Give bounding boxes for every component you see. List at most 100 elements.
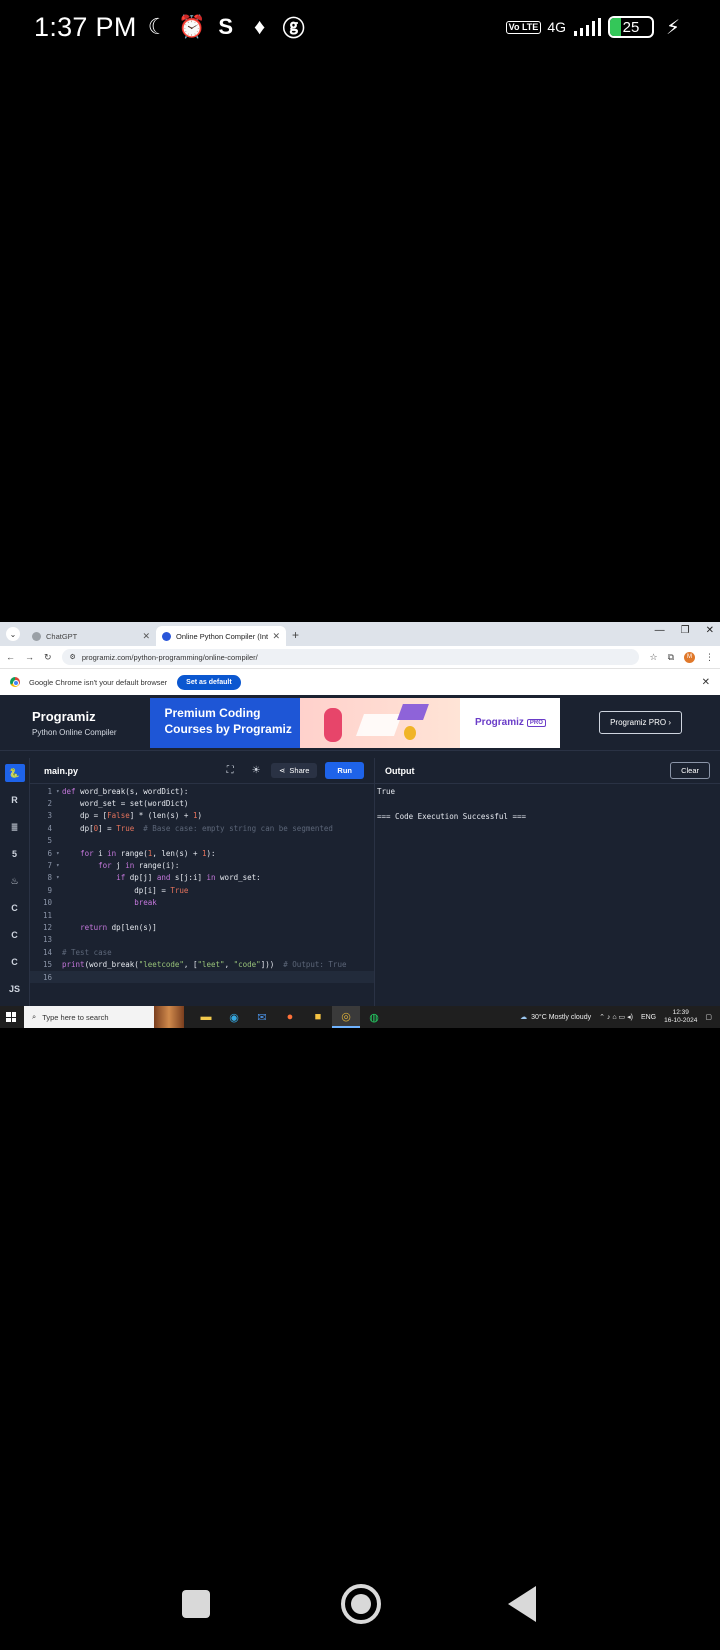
code-line[interactable]: 3 dp = [False] * (len (s) + 1) <box>30 810 374 822</box>
lang-js-icon[interactable]: JS <box>5 980 25 998</box>
file-tab[interactable]: main.py <box>44 766 78 776</box>
back-button[interactable] <box>508 1586 536 1622</box>
tab-search-icon[interactable]: ⌄ <box>6 627 20 641</box>
android-navbar <box>0 1560 720 1650</box>
input-language[interactable]: ENG <box>641 1014 656 1021</box>
taskbar-search[interactable]: ⌕ Type here to search <box>24 1006 184 1028</box>
bookmark-star-icon[interactable]: ☆ <box>649 652 657 663</box>
home-button[interactable] <box>341 1584 381 1624</box>
app-icon: ♦ <box>254 14 266 39</box>
line-number: 13 <box>42 935 52 945</box>
extensions-icon[interactable]: ⧉ <box>668 652 674 663</box>
set-default-button[interactable]: Set as default <box>177 674 241 690</box>
output-title: Output <box>385 765 415 776</box>
code-token: in <box>206 873 216 883</box>
windows-start-icon[interactable] <box>6 1012 16 1022</box>
programiz-pro-button[interactable]: Programiz PRO › <box>599 711 682 734</box>
close-window-icon[interactable]: ✕ <box>706 625 714 636</box>
fullscreen-icon[interactable]: ⛶ <box>219 762 241 780</box>
code-token: i <box>93 848 108 858</box>
back-icon[interactable]: ← <box>6 652 15 662</box>
code-line[interactable]: 6 ▾ for i in range(1, len(s) + 1): <box>30 847 374 859</box>
code-line[interactable]: 5 <box>30 835 374 847</box>
code-line[interactable]: 10 break <box>30 897 374 909</box>
output-toolbar: Output Clear <box>375 758 720 784</box>
lang-sql-icon[interactable]: ≣ <box>5 818 25 836</box>
chrome-icon[interactable]: ◎ <box>332 1006 360 1028</box>
code-line[interactable]: 7 ▾ for j in range(i): <box>30 859 374 871</box>
signal-icon <box>574 18 601 36</box>
lang-java-icon[interactable]: ♨ <box>5 872 25 890</box>
output-console: True === Code Execution Successful === <box>375 784 720 825</box>
lang-c-icon[interactable]: C <box>5 899 25 917</box>
code-token: , [ <box>183 960 198 970</box>
weather-text: 30°C Mostly cloudy <box>531 1013 592 1021</box>
code-token: if <box>116 873 126 883</box>
tray-icons[interactable]: ⌃ ♪ ⌂ ▭ ◂) <box>599 1013 633 1021</box>
code-line[interactable]: 12 return dp[len(s)] <box>30 921 374 933</box>
code-token: dp[i] = <box>62 885 171 895</box>
line-number: 12 <box>42 922 52 932</box>
mail-icon[interactable]: ✉ <box>248 1006 276 1028</box>
code-line[interactable]: 9 dp[i] = True <box>30 884 374 896</box>
programiz-header: Programiz Python Online Compiler Premium… <box>0 695 720 751</box>
weather-widget[interactable]: ☁ 30°C Mostly cloudy <box>520 1013 592 1022</box>
code-line[interactable]: 15 print (word_break("leetcode", ["leet", … <box>30 958 374 970</box>
code-token: # Test case <box>62 947 112 957</box>
store-icon[interactable]: ■ <box>304 1006 332 1028</box>
edge-icon[interactable]: ◉ <box>220 1006 248 1028</box>
clock-time: 12:39 <box>672 1009 689 1016</box>
forward-icon[interactable]: → <box>25 652 34 662</box>
lang-cpp-icon[interactable]: C <box>5 926 25 944</box>
code-line[interactable]: 16 <box>30 970 374 984</box>
code-token: dp[ <box>62 823 94 833</box>
shazam-icon: S <box>218 14 233 39</box>
close-tab-icon[interactable]: ✕ <box>142 631 150 642</box>
close-infobar-icon[interactable]: ✕ <box>702 677 710 688</box>
reload-icon[interactable]: ↻ <box>44 652 52 663</box>
line-number: 6 <box>47 848 52 858</box>
theme-toggle-icon[interactable]: ☀ <box>245 762 267 780</box>
recents-button[interactable] <box>182 1590 210 1618</box>
code-line[interactable]: 13 <box>30 934 374 946</box>
battery-level: 25 <box>622 18 640 36</box>
lang-html-icon[interactable]: 5 <box>5 845 25 863</box>
minimize-icon[interactable]: — <box>655 625 665 636</box>
new-tab-icon[interactable]: + <box>292 628 299 642</box>
code-token: # Base case: empty string can be segment… <box>134 823 333 833</box>
promo-banner[interactable]: Premium Coding Courses by Programiz Prog… <box>150 697 561 748</box>
file-explorer-icon[interactable]: ▬ <box>192 1006 220 1028</box>
code-line[interactable]: 4 dp[0] = True # Base case: empty string… <box>30 822 374 834</box>
restore-icon[interactable]: ❐ <box>681 625 690 636</box>
banner-brand: Programiz PRO <box>460 698 560 748</box>
notifications-icon[interactable]: ▢ <box>705 1013 712 1021</box>
run-button[interactable]: Run <box>325 762 364 779</box>
code-line[interactable]: 1 ▾ def word_break(s, wordDict): <box>30 785 374 797</box>
system-tray: ☁ 30°C Mostly cloudy ⌃ ♪ ⌂ ▭ ◂) ENG 12:3… <box>520 1009 720 1025</box>
taskbar-clock[interactable]: 12:39 16-10-2024 <box>664 1009 697 1025</box>
url-field[interactable]: ⚙ programiz.com/python-programming/onlin… <box>61 649 640 665</box>
clear-button[interactable]: Clear <box>670 762 710 779</box>
menu-icon[interactable]: ⋮ <box>705 652 714 663</box>
tab-programiz[interactable]: Online Python Compiler (Inter... ✕ <box>156 626 286 646</box>
site-info-icon[interactable]: ⚙ <box>70 653 76 661</box>
lang-python-icon[interactable]: 🐍 <box>4 764 25 782</box>
lang-csharp-icon[interactable]: C <box>5 953 25 971</box>
firefox-icon[interactable]: ● <box>276 1006 304 1028</box>
code-line[interactable]: 2 word_set = set (wordDict) <box>30 797 374 809</box>
code-line[interactable]: 11 <box>30 909 374 921</box>
share-button[interactable]: ⋖ Share <box>271 763 318 778</box>
code-line[interactable]: 8 ▾ if dp[j] and s[j:i] in word_set: <box>30 872 374 884</box>
programiz-logo[interactable]: Programiz Python Online Compiler <box>32 709 116 737</box>
code-editor[interactable]: 1 ▾ def word_break(s, wordDict): 2 word_set… <box>30 784 374 984</box>
battery-fill <box>610 18 621 36</box>
code-token: (s) + <box>165 811 193 821</box>
whatsapp-icon[interactable]: ◍ <box>360 1006 388 1028</box>
code-token: , <box>224 960 234 970</box>
code-line[interactable]: 14 # Test case <box>30 946 374 958</box>
tab-chatgpt[interactable]: ChatGPT ✕ <box>26 626 156 646</box>
close-tab-icon[interactable]: ✕ <box>272 631 280 642</box>
code-token: j <box>111 861 126 871</box>
profile-avatar[interactable]: M <box>684 651 695 663</box>
lang-r-icon[interactable]: R <box>5 791 25 809</box>
